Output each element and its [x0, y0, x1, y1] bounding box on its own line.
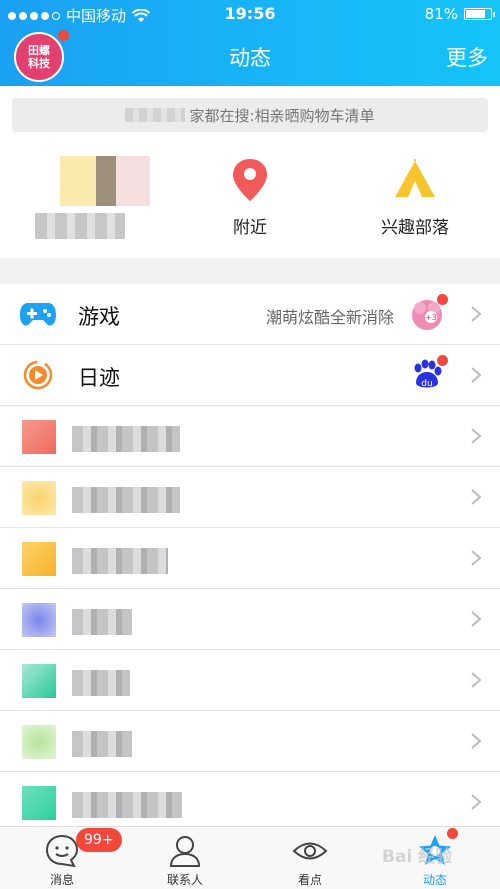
- avatar-notification-dot: [58, 30, 69, 41]
- page-title: 动态: [229, 46, 271, 70]
- blurred-icon: [22, 481, 56, 515]
- message-count-badge: 99+: [76, 828, 122, 852]
- contacts-icon: [169, 836, 201, 867]
- svg-text:+3: +3: [425, 313, 437, 322]
- quick-action-label: 附近: [233, 218, 267, 238]
- tab-label: 消息: [49, 873, 74, 887]
- avatar-text: 田螺 科技: [28, 44, 50, 70]
- chevron-right-icon: [471, 550, 482, 566]
- chevron-right-icon: [471, 489, 482, 505]
- notification-dot: [437, 294, 448, 305]
- list-item[interactable]: [0, 406, 500, 467]
- avatar[interactable]: 田螺 科技: [14, 32, 64, 82]
- battery-info: 81%: [424, 5, 495, 23]
- tab-label: 看点: [297, 873, 322, 887]
- list-item[interactable]: [0, 467, 500, 528]
- tab-contacts[interactable]: 联系人: [135, 827, 235, 889]
- svg-text:du: du: [421, 379, 432, 389]
- blurred-icon: [22, 420, 56, 454]
- blurred-label: [72, 731, 132, 757]
- blurred-label: [72, 670, 130, 696]
- blurred-icon: [22, 786, 56, 820]
- chevron-right-icon: [471, 672, 482, 688]
- blurred-icon: [22, 664, 56, 698]
- chevron-right-icon: [471, 611, 482, 627]
- blurred-label: [72, 426, 180, 452]
- play-circle-icon: [23, 360, 53, 390]
- blurred-label: [72, 548, 168, 574]
- battery-level: [466, 10, 485, 18]
- quick-action-label: 兴趣部落: [381, 218, 449, 238]
- watermark: Bai 经验: [382, 847, 453, 867]
- tab-label: 联系人: [166, 873, 203, 887]
- blurred-text: [125, 108, 186, 122]
- list-item[interactable]: [0, 528, 500, 589]
- battery-percent: 81%: [424, 5, 458, 23]
- chevron-right-icon: [471, 306, 482, 322]
- list-item[interactable]: [0, 711, 500, 772]
- search-bar[interactable]: 家都在搜:相亲晒购物车清单: [12, 98, 488, 132]
- chevron-right-icon: [471, 428, 482, 444]
- tab-label: 动态: [422, 873, 447, 887]
- header: 中国移动 19:56 81% 田螺 科技 动态 更多: [0, 0, 500, 86]
- list-item[interactable]: [0, 589, 500, 650]
- blurred-icon: [22, 542, 56, 576]
- top-panel: 家都在搜:相亲晒购物车清单 附近 兴趣部落: [0, 86, 500, 258]
- feed-notification-dot: [447, 828, 458, 839]
- chevron-right-icon: [471, 733, 482, 749]
- gamepad-icon: [20, 303, 56, 326]
- blurred-icon: [22, 725, 56, 759]
- location-pin-icon: [233, 159, 267, 201]
- blurred-label: [72, 609, 132, 635]
- more-button[interactable]: 更多: [446, 42, 488, 72]
- message-icon: [45, 834, 79, 868]
- tab-watch[interactable]: 看点: [260, 827, 360, 889]
- blurred-label: [72, 792, 182, 818]
- blurred-label: [72, 487, 180, 513]
- list-item[interactable]: [0, 772, 500, 833]
- list-item-subtitle: 潮萌炫酷全新消除: [265, 308, 394, 327]
- blurred-icon: [22, 603, 56, 637]
- chevron-right-icon: [471, 794, 482, 810]
- list-item-game[interactable]: 游戏 潮萌炫酷全新消除 +3: [0, 284, 500, 345]
- list-item-footprint[interactable]: 日迹 du: [0, 345, 500, 406]
- notification-dot: [437, 355, 448, 366]
- chevron-right-icon: [471, 367, 482, 383]
- feature-list: 游戏 潮萌炫酷全新消除 +3 日迹 du: [0, 284, 500, 833]
- blurred-image: [60, 156, 150, 206]
- list-item[interactable]: [0, 650, 500, 711]
- list-item-label: 日迹: [78, 366, 120, 390]
- eye-icon: [292, 842, 328, 860]
- status-bar: 中国移动 19:56 81%: [0, 0, 500, 28]
- battery-icon: [464, 8, 495, 20]
- blurred-label: [35, 213, 125, 239]
- search-hint: 家都在搜:相亲晒购物车清单: [189, 106, 375, 125]
- tent-icon: [395, 159, 435, 197]
- list-item-label: 游戏: [78, 305, 120, 329]
